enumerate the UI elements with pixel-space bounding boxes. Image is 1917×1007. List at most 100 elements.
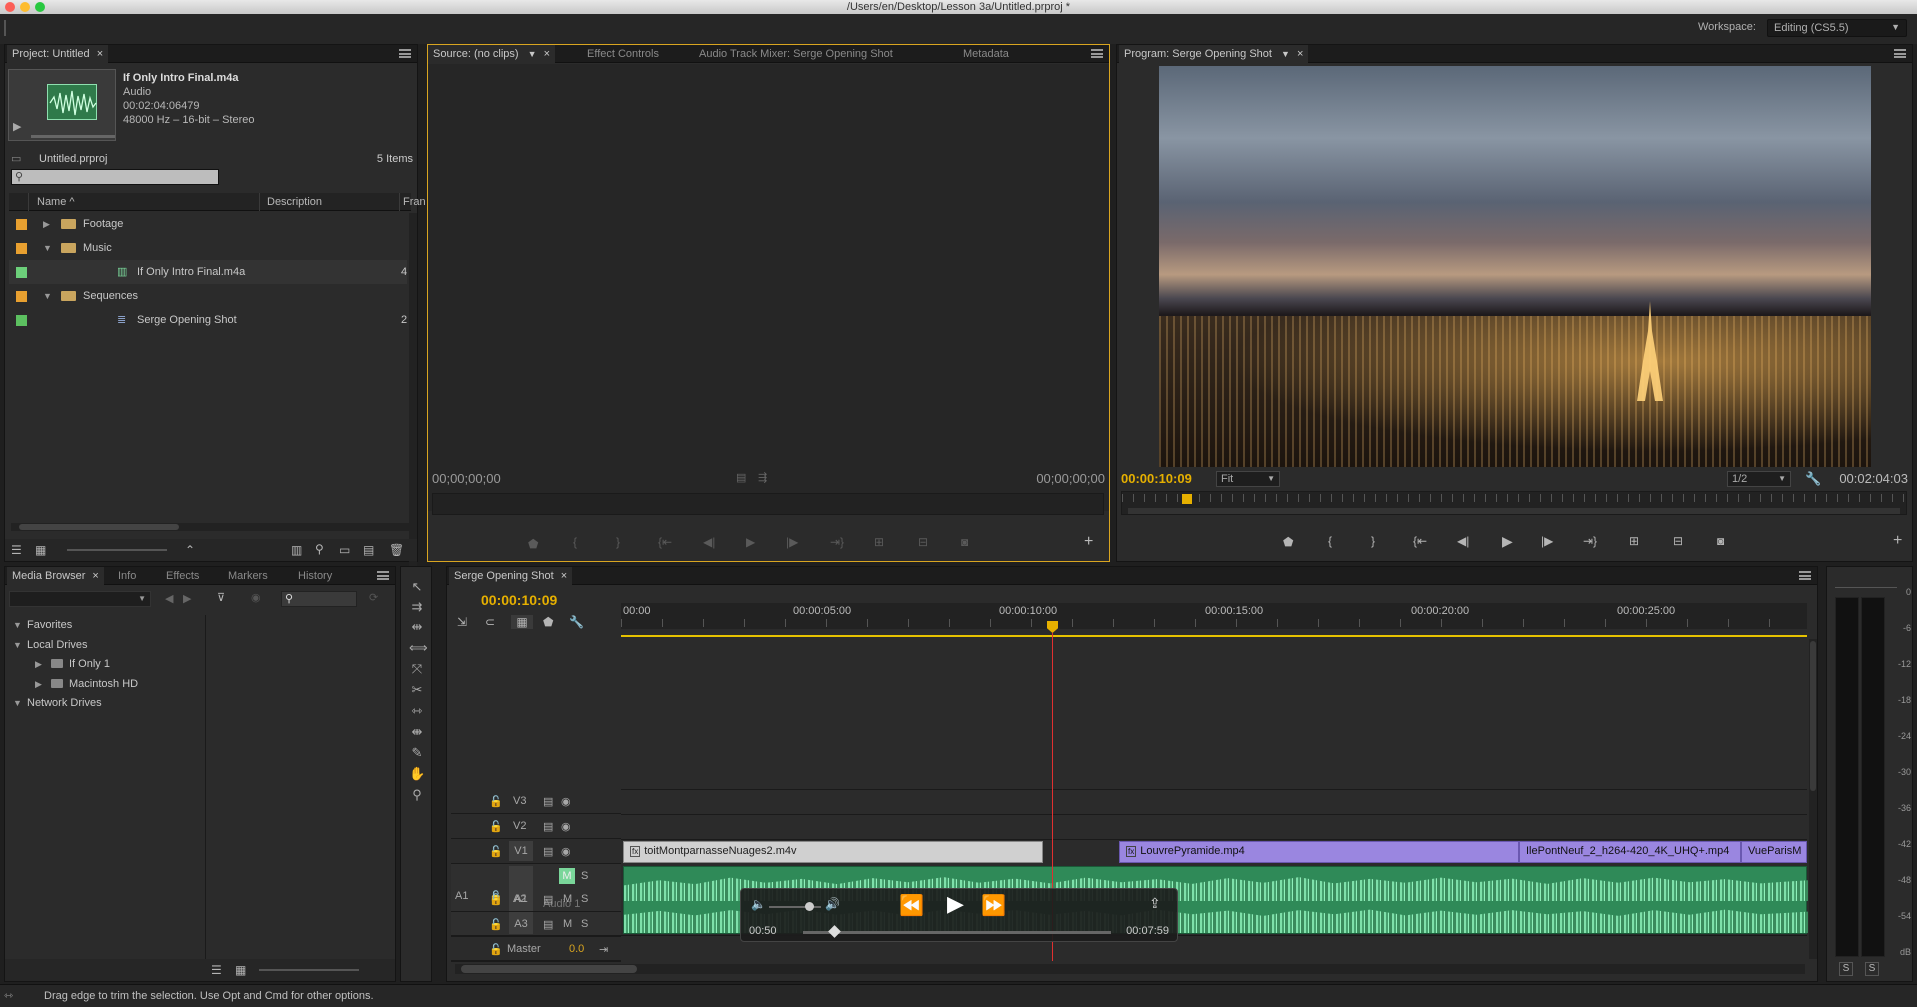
wrench-icon[interactable]: 🔧: [1805, 471, 1821, 487]
tab-info[interactable]: Info: [113, 567, 141, 585]
forward-icon[interactable]: ▶: [183, 592, 191, 605]
disclosure-expanded-icon[interactable]: ▼: [43, 284, 52, 308]
nest-icon[interactable]: ▦: [511, 615, 533, 629]
eye-icon[interactable]: ◉: [561, 820, 571, 833]
track-label-v1[interactable]: V1: [509, 841, 533, 861]
list-item[interactable]: ▼ Sequences: [9, 284, 407, 308]
tab-sequence[interactable]: Serge Opening Shot ×: [449, 567, 573, 585]
track-select-tool-icon[interactable]: ⇉: [409, 599, 425, 615]
find-icon[interactable]: ⚲: [315, 542, 324, 556]
drag-video-icon[interactable]: ▤: [736, 471, 746, 484]
mark-out-icon[interactable]: }: [1371, 534, 1375, 548]
playhead-marker[interactable]: [1182, 494, 1192, 504]
add-marker-icon[interactable]: ⬟: [528, 537, 538, 551]
column-frame[interactable]: Fran: [403, 196, 426, 208]
label-color-chip[interactable]: [16, 267, 27, 278]
mute-a1-button[interactable]: M: [559, 868, 575, 884]
zoom-tool-icon[interactable]: ⚲: [409, 787, 425, 803]
resolution-select[interactable]: 1/2 ▼: [1727, 471, 1791, 487]
close-icon[interactable]: ×: [561, 570, 567, 582]
chevron-down-icon[interactable]: ▼: [1281, 49, 1290, 59]
disclosure-collapsed-icon[interactable]: ▶: [35, 674, 42, 694]
volume-low-icon[interactable]: 🔈: [751, 897, 766, 911]
add-marker-icon[interactable]: ⬟: [543, 615, 553, 629]
button-editor-icon[interactable]: +: [1893, 532, 1902, 550]
disclosure-collapsed-icon[interactable]: ▶: [35, 654, 42, 674]
playhead-handle[interactable]: [1047, 621, 1058, 633]
drag-audio-icon[interactable]: ⇶: [758, 471, 767, 484]
close-icon[interactable]: ×: [1297, 48, 1303, 60]
go-to-out-icon[interactable]: ⇥}: [830, 535, 844, 549]
overwrite-icon[interactable]: ⊟: [918, 535, 928, 549]
tree-item[interactable]: ▶ Macintosh HD: [5, 674, 205, 694]
refresh-icon[interactable]: ⟳: [369, 591, 378, 604]
solo-a1-button[interactable]: S: [581, 870, 588, 882]
go-to-in-icon[interactable]: {⇤: [1413, 534, 1427, 548]
trash-icon[interactable]: 🗑: [389, 543, 404, 557]
list-item[interactable]: ▼ Music: [9, 236, 407, 260]
volume-knob[interactable]: [805, 902, 814, 911]
lock-icon[interactable]: 🔓: [489, 943, 503, 956]
video-clip[interactable]: fx toitMontparnasseNuages2.m4v: [623, 841, 1043, 863]
lock-icon[interactable]: 🔓: [489, 918, 503, 931]
disclosure-expanded-icon[interactable]: ▼: [43, 236, 52, 260]
tab-effect-controls[interactable]: Effect Controls: [582, 45, 664, 63]
slide-tool-icon[interactable]: ⇼: [409, 724, 425, 740]
toggle-sync-icon[interactable]: ▤: [543, 845, 553, 858]
disclosure-expanded-icon[interactable]: ▼: [13, 693, 22, 713]
minimize-window-icon[interactable]: [20, 2, 30, 12]
mark-in-icon[interactable]: {: [573, 535, 577, 549]
step-forward-icon[interactable]: |▶: [786, 535, 798, 549]
new-bin-icon[interactable]: ▭: [339, 543, 350, 557]
toggle-sync-icon[interactable]: ▤: [543, 795, 553, 808]
close-icon[interactable]: ×: [97, 48, 103, 60]
volume-slider[interactable]: [769, 902, 821, 911]
go-to-end-icon[interactable]: ⇥: [599, 943, 608, 956]
mute-a3-button[interactable]: M: [563, 918, 572, 930]
thumbnail-scrubber[interactable]: [31, 135, 115, 138]
tab-markers[interactable]: Markers: [223, 567, 273, 585]
go-to-out-icon[interactable]: ⇥}: [1583, 534, 1597, 548]
column-description[interactable]: Description: [267, 196, 322, 208]
extract-icon[interactable]: ⊟: [1673, 534, 1683, 548]
back-icon[interactable]: ◀: [165, 592, 173, 605]
label-column[interactable]: [9, 193, 29, 211]
share-icon[interactable]: ⇪: [1149, 895, 1161, 912]
toggle-sync-icon[interactable]: ▤: [543, 820, 553, 833]
project-search-input[interactable]: ⚲: [11, 169, 219, 185]
lock-icon[interactable]: 🔓: [489, 820, 503, 833]
close-icon[interactable]: ×: [544, 48, 550, 60]
disclosure-expanded-icon[interactable]: ▼: [13, 635, 22, 655]
zoom-scroll-bar[interactable]: [1128, 508, 1900, 514]
label-color-chip[interactable]: [16, 315, 27, 326]
tab-program[interactable]: Program: Serge Opening Shot ▼ ×: [1119, 45, 1309, 63]
rewind-icon[interactable]: ⏪: [899, 893, 924, 918]
video-clip[interactable]: fx LouvrePyramide.mp4: [1119, 841, 1519, 863]
chevron-down-icon[interactable]: ▼: [528, 49, 537, 59]
program-time-ruler[interactable]: [1121, 491, 1908, 515]
mark-in-icon[interactable]: {: [1328, 534, 1332, 548]
work-area-bar[interactable]: [621, 635, 1807, 637]
timeline-settings-icon[interactable]: 🔧: [569, 615, 584, 629]
list-item[interactable]: ▥ If Only Intro Final.m4a 4: [9, 260, 407, 284]
lift-icon[interactable]: ⊞: [1629, 534, 1639, 548]
panel-menu-icon[interactable]: [1894, 49, 1906, 58]
scrollbar-thumb[interactable]: [1810, 641, 1816, 791]
player-scrubber[interactable]: [803, 925, 1111, 938]
play-icon[interactable]: ▶: [1502, 533, 1513, 550]
horizontal-scrollbar[interactable]: [11, 523, 409, 531]
list-item[interactable]: ▶ Footage: [9, 212, 407, 236]
media-search-input[interactable]: ⚲: [281, 591, 357, 607]
automate-to-sequence-icon[interactable]: ▥: [291, 543, 302, 557]
close-window-icon[interactable]: [5, 2, 15, 12]
solo-right-button[interactable]: S: [1865, 962, 1879, 976]
insert-icon[interactable]: ⊞: [874, 535, 884, 549]
solo-a3-button[interactable]: S: [581, 918, 588, 930]
slip-tool-icon[interactable]: ⇿: [409, 703, 425, 719]
pen-tool-icon[interactable]: ✎: [409, 745, 425, 761]
lock-icon[interactable]: 🔓: [489, 795, 503, 808]
tree-item[interactable]: ▼ Favorites: [5, 615, 205, 635]
location-select[interactable]: ▼: [9, 591, 151, 607]
label-color-chip[interactable]: [16, 243, 27, 254]
volume-high-icon[interactable]: 🔊: [825, 897, 840, 911]
